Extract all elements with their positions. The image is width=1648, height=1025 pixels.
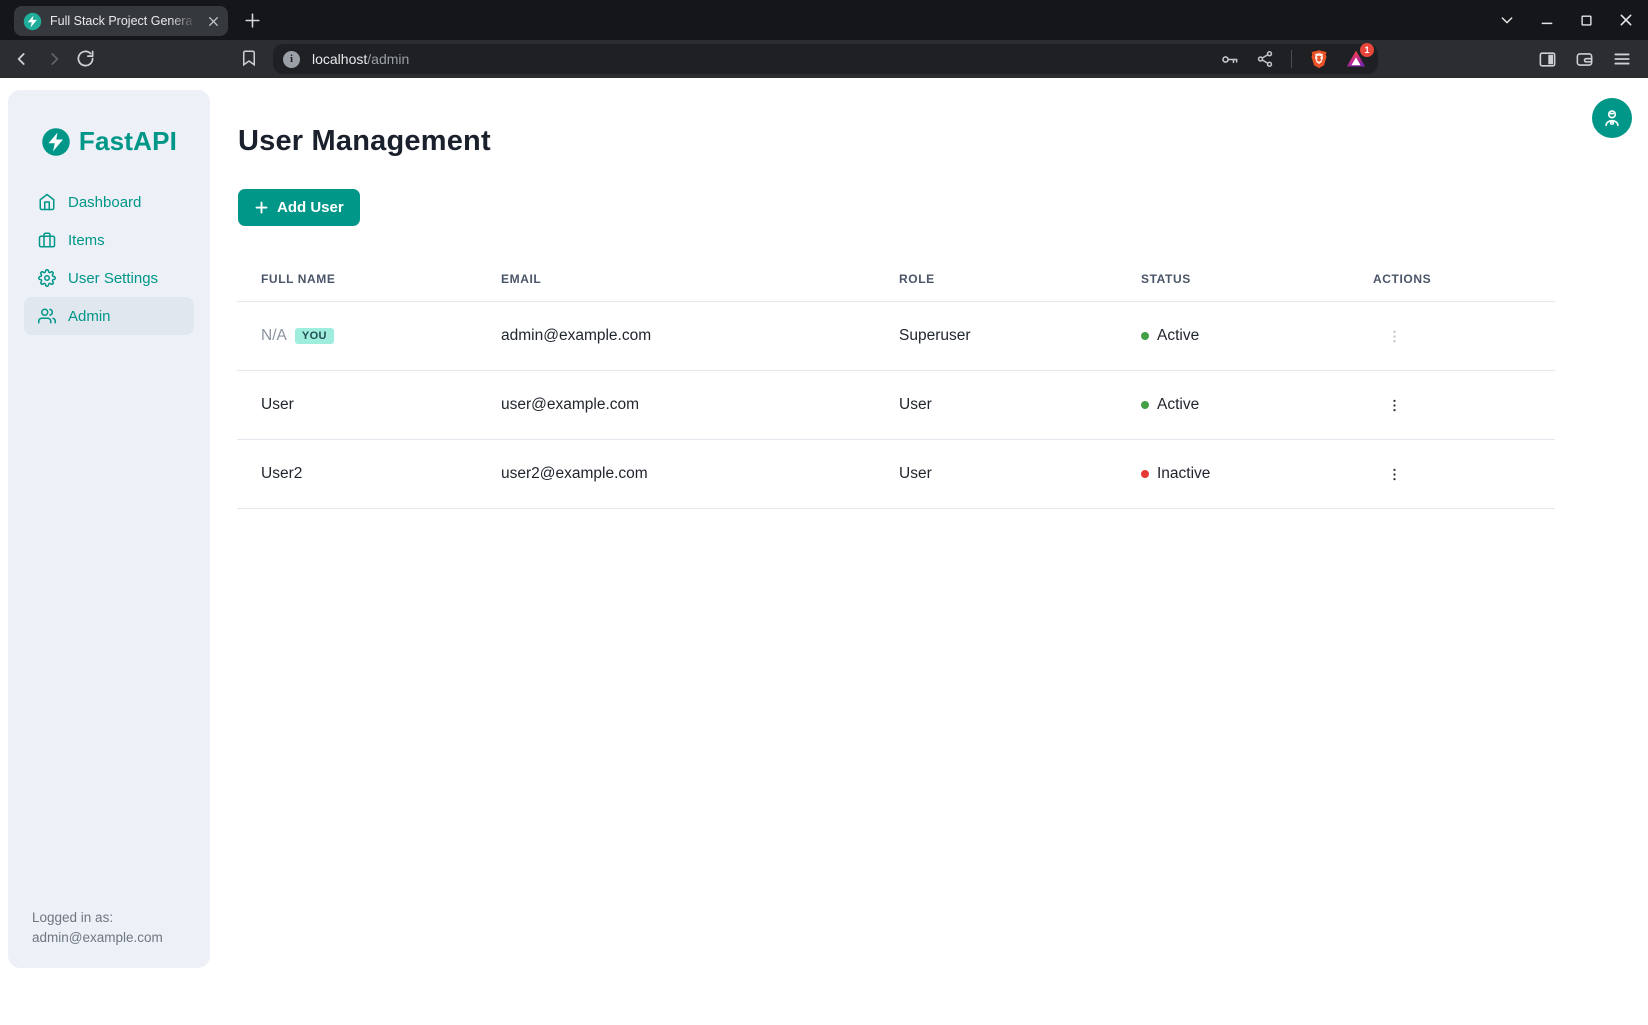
fastapi-logo: FastAPI: [8, 126, 210, 157]
table-row: User2 user2@example.com User Inactive: [237, 440, 1555, 509]
status-dot: [1141, 470, 1149, 478]
col-email: EMAIL: [477, 272, 875, 286]
cell-full-name: N/A: [261, 327, 287, 345]
back-icon[interactable]: [12, 49, 32, 69]
window-close-icon[interactable]: [1618, 12, 1634, 28]
kebab-menu-icon: [1386, 328, 1403, 345]
toolbar-divider: [1291, 50, 1292, 68]
sidebar-nav: Dashboard Items User Settings Admin: [8, 183, 210, 335]
address-bar[interactable]: i localhost/admin 1: [273, 44, 1378, 74]
browser-tab[interactable]: Full Stack Project Genera: [14, 6, 228, 36]
sidebar-panel-icon[interactable]: [1538, 50, 1557, 69]
sidebar-item-admin[interactable]: Admin: [24, 297, 194, 335]
logo-text: FastAPI: [79, 126, 177, 157]
you-badge: YOU: [295, 328, 334, 344]
url-path: /admin: [367, 51, 409, 67]
users-table: FULL NAME EMAIL ROLE STATUS ACTIONS N/A Y…: [237, 256, 1555, 509]
sidebar-item-user-settings[interactable]: User Settings: [24, 259, 194, 297]
cell-status: Active: [1157, 327, 1199, 345]
col-role: ROLE: [875, 272, 1117, 286]
logged-in-label: Logged in as:: [32, 908, 163, 928]
cell-status: Active: [1157, 396, 1199, 414]
briefcase-icon: [38, 231, 56, 249]
brave-shield-icon[interactable]: [1309, 48, 1329, 70]
gear-icon: [38, 269, 56, 287]
logged-in-email: admin@example.com: [32, 928, 163, 948]
sidebar-item-label: Dashboard: [68, 194, 141, 211]
sidebar-item-label: Items: [68, 232, 105, 249]
maximize-icon[interactable]: [1579, 13, 1594, 28]
wallet-icon[interactable]: [1575, 50, 1594, 69]
sidebar-item-items[interactable]: Items: [24, 221, 194, 259]
kebab-menu-icon: [1386, 466, 1403, 483]
tab-close-icon[interactable]: [204, 12, 222, 30]
site-info-icon[interactable]: i: [283, 51, 300, 68]
logged-in-footer: Logged in as: admin@example.com: [32, 908, 163, 948]
cell-full-name: User: [237, 396, 477, 414]
forward-icon[interactable]: [44, 49, 64, 69]
fastapi-bolt-icon: [41, 127, 71, 157]
fastapi-favicon-icon: [23, 12, 42, 31]
row-actions-menu-button[interactable]: [1381, 323, 1407, 349]
row-actions-menu-button[interactable]: [1381, 392, 1407, 418]
add-user-button[interactable]: Add User: [238, 189, 360, 226]
menu-icon[interactable]: [1612, 49, 1632, 69]
brave-rewards-icon[interactable]: 1: [1346, 49, 1366, 69]
browser-tab-strip: Full Stack Project Genera: [0, 0, 1648, 40]
sidebar: FastAPI Dashboard Items User Settings Ad…: [8, 90, 210, 968]
cell-email: admin@example.com: [477, 327, 875, 345]
url-text: localhost/admin: [312, 51, 409, 67]
tab-search-chevron-icon[interactable]: [1499, 12, 1515, 28]
table-header-row: FULL NAME EMAIL ROLE STATUS ACTIONS: [237, 256, 1555, 302]
sidebar-item-dashboard[interactable]: Dashboard: [24, 183, 194, 221]
kebab-menu-icon: [1386, 397, 1403, 414]
key-icon[interactable]: [1220, 50, 1239, 69]
main-content: User Management Add User FULL NAME EMAIL…: [210, 78, 1648, 1025]
table-row: N/A YOU admin@example.com Superuser Activ…: [237, 302, 1555, 371]
rewards-badge: 1: [1360, 43, 1374, 57]
users-icon: [38, 307, 56, 325]
page-content: FastAPI Dashboard Items User Settings Ad…: [0, 78, 1648, 1025]
status-dot: [1141, 401, 1149, 409]
cell-email: user@example.com: [477, 396, 875, 414]
minimize-icon[interactable]: [1539, 12, 1555, 28]
reload-icon[interactable]: [76, 49, 95, 68]
url-host: localhost: [312, 51, 367, 67]
col-status: STATUS: [1117, 272, 1349, 286]
plus-icon: [254, 200, 269, 215]
status-dot: [1141, 332, 1149, 340]
home-icon: [38, 193, 56, 211]
cell-role: User: [875, 396, 1117, 414]
add-user-label: Add User: [277, 199, 344, 216]
browser-toolbar: i localhost/admin 1: [0, 40, 1648, 78]
sidebar-item-label: Admin: [68, 308, 111, 325]
sidebar-item-label: User Settings: [68, 270, 158, 287]
bookmark-icon[interactable]: [240, 49, 258, 67]
cell-email: user2@example.com: [477, 465, 875, 483]
table-row: User user@example.com User Active: [237, 371, 1555, 440]
cell-full-name: User2: [237, 465, 477, 483]
share-icon[interactable]: [1256, 50, 1274, 68]
tab-title: Full Stack Project Genera: [50, 13, 196, 29]
new-tab-button[interactable]: [243, 11, 262, 30]
col-full-name: FULL NAME: [237, 272, 477, 286]
page-title: User Management: [238, 125, 1648, 158]
cell-role: Superuser: [875, 327, 1117, 345]
cell-role: User: [875, 465, 1117, 483]
row-actions-menu-button[interactable]: [1381, 461, 1407, 487]
col-actions: ACTIONS: [1349, 272, 1555, 286]
cell-status: Inactive: [1157, 465, 1210, 483]
